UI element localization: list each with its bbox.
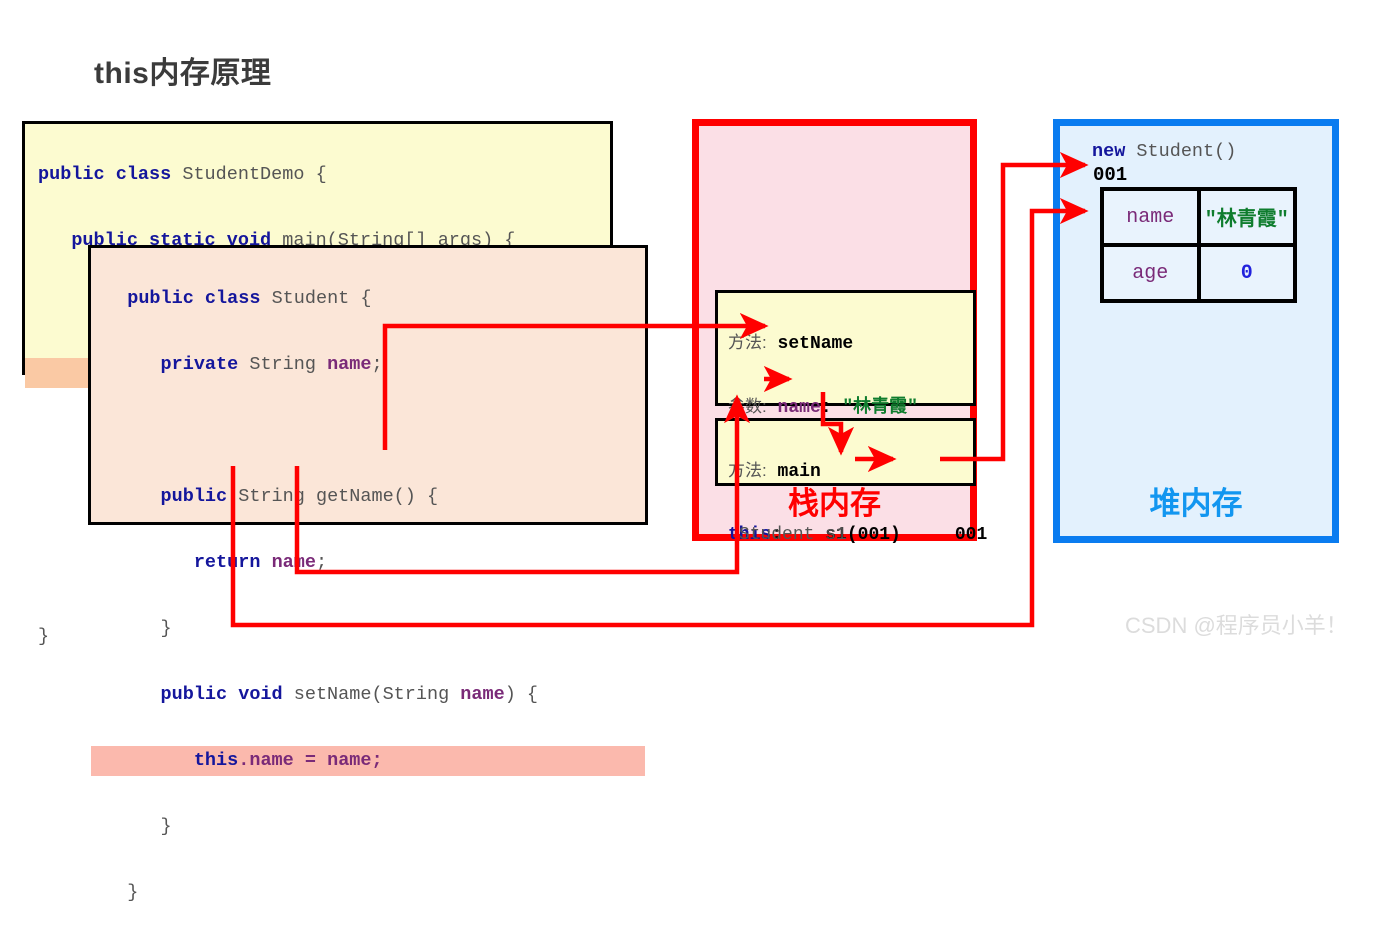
code-line: }: [127, 882, 139, 903]
heap-memory-label: 堆内存: [1149, 486, 1243, 521]
frame-row: Student s1 001: [738, 525, 988, 545]
diagram-canvas: this内存原理 public class StudentDemo { publ…: [0, 0, 1378, 903]
heap-object-fields-table: name "林青霞" age 0: [1100, 187, 1297, 303]
code-line: public class Student {: [127, 288, 372, 309]
code-block-student: public class Student { private String na…: [88, 245, 648, 903]
heap-object-address: 001: [1093, 164, 1128, 186]
code-line: public void setName(String name) {: [160, 684, 539, 705]
stack-frame-main: 方法: main Student s1 001: [715, 418, 987, 545]
code-line: }: [160, 816, 172, 837]
code-line-highlighted: this.name = name;: [91, 746, 645, 776]
heap-object-header: new Student(): [1092, 141, 1237, 162]
page-title: this内存原理: [94, 57, 272, 90]
stack-frame-setname: 方法: setName 参数: name: "林青霞" 调用者: s1(001)…: [715, 290, 976, 545]
watermark: CSDN @程序员小羊！: [1125, 613, 1348, 638]
code-line: return name;: [193, 552, 328, 573]
code-line: public class StudentDemo {: [38, 164, 327, 185]
stack-memory-label: 栈内存: [788, 486, 881, 521]
frame-row: 参数: name: "林青霞": [728, 397, 918, 418]
code-line: }: [160, 618, 172, 639]
code-line: private String name;: [160, 354, 383, 375]
code-line: public String getName() {: [160, 486, 439, 507]
field-value: "林青霞": [1200, 191, 1293, 243]
field-key: name: [1104, 191, 1197, 243]
heap-memory-panel: new Student() 001 name "林青霞" age 0 堆内存: [1053, 119, 1339, 543]
stack-memory-panel: 方法: setName 参数: name: "林青霞" 调用者: s1(001)…: [692, 119, 987, 545]
field-value: 0: [1200, 247, 1293, 299]
frame-row: 方法: setName: [728, 333, 854, 354]
field-key: age: [1104, 247, 1197, 299]
